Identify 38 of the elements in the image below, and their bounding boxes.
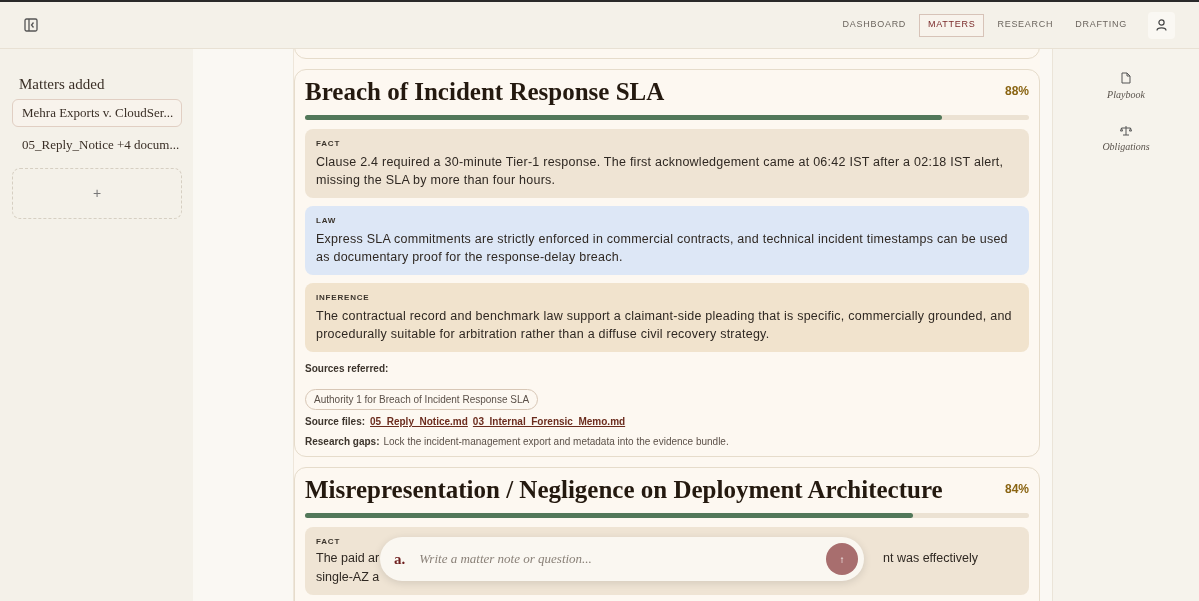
confidence-score: 88% (1004, 83, 1029, 100)
nav-tab[interactable]: DASHBOARD (833, 13, 916, 37)
block-label: FACT (316, 536, 342, 548)
block-text-fragment: single-AZ a (316, 569, 380, 586)
matter-item[interactable]: 05_Reply_Notice +4 docum... (12, 130, 182, 159)
scales-icon (1120, 125, 1132, 136)
send-button[interactable]: ↑ (826, 543, 858, 575)
block-text: Express SLA commitments are strictly enforced in commercial contracts, and technical incident timestamps can be used as documentary proof for the response-delay breach. (316, 231, 1009, 266)
nav-tab[interactable]: RESEARCH (988, 13, 1063, 37)
side-tool-button[interactable]: Obligations (1102, 125, 1150, 154)
block-text-fragment: nt was effectively (883, 550, 979, 567)
sidebar-toggle-icon[interactable] (24, 18, 38, 32)
user-icon (1156, 19, 1167, 31)
block-text: Clause 2.4 required a 30-minute Tier-1 response. The first acknowledgement came at 06:42 IST after a 02:18 IST alert, missing the SLA by more than four hours. (316, 154, 1005, 189)
issue-title: Misrepresentation / Negligence on Deployment Architecture (305, 475, 943, 505)
note-input-field[interactable]: a. Write a matter note or question... ↑ (380, 537, 864, 581)
block-label: FACT (316, 138, 342, 150)
source-file-link[interactable]: 05_Reply_Notice.md (370, 414, 468, 429)
block-text: The contractual record and benchmark law support a claimant-side pleading that is specific, commercially grounded, and procedurally suitable for arbitration rather than a diffuse civil recovery strategy. (316, 308, 1013, 343)
brand-logo: a. (394, 549, 406, 569)
research-gaps-text: Lock the incident-management export and metadata into the evidence bundle. (383, 435, 729, 449)
confidence-score: 84% (1004, 481, 1029, 498)
sources-heading: Sources referred: (305, 362, 390, 376)
nav-tab[interactable]: DRAFTING (1066, 13, 1136, 37)
block-text-fragment: The paid ar (316, 550, 380, 567)
matter-item[interactable]: Mehra Exports v. CloudSer... (12, 98, 182, 127)
add-matter-button[interactable]: + (12, 167, 182, 219)
sidebar-heading: Matters added (18, 75, 106, 94)
side-tool-button[interactable]: Playbook (1107, 72, 1145, 102)
research-gaps-label: Research gaps: (305, 435, 380, 449)
user-avatar-button[interactable] (1148, 11, 1175, 39)
source-files-label: Source files: (305, 415, 366, 429)
block-label: LAW (316, 215, 338, 227)
document-icon (1121, 72, 1131, 84)
issue-title: Breach of Incident Response SLA (305, 77, 665, 107)
nav-tab[interactable]: MATTERS (919, 13, 985, 37)
block-label: INFERENCE (316, 292, 371, 304)
source-file-link[interactable]: 03_Internal_Forensic_Memo.md (472, 414, 626, 429)
